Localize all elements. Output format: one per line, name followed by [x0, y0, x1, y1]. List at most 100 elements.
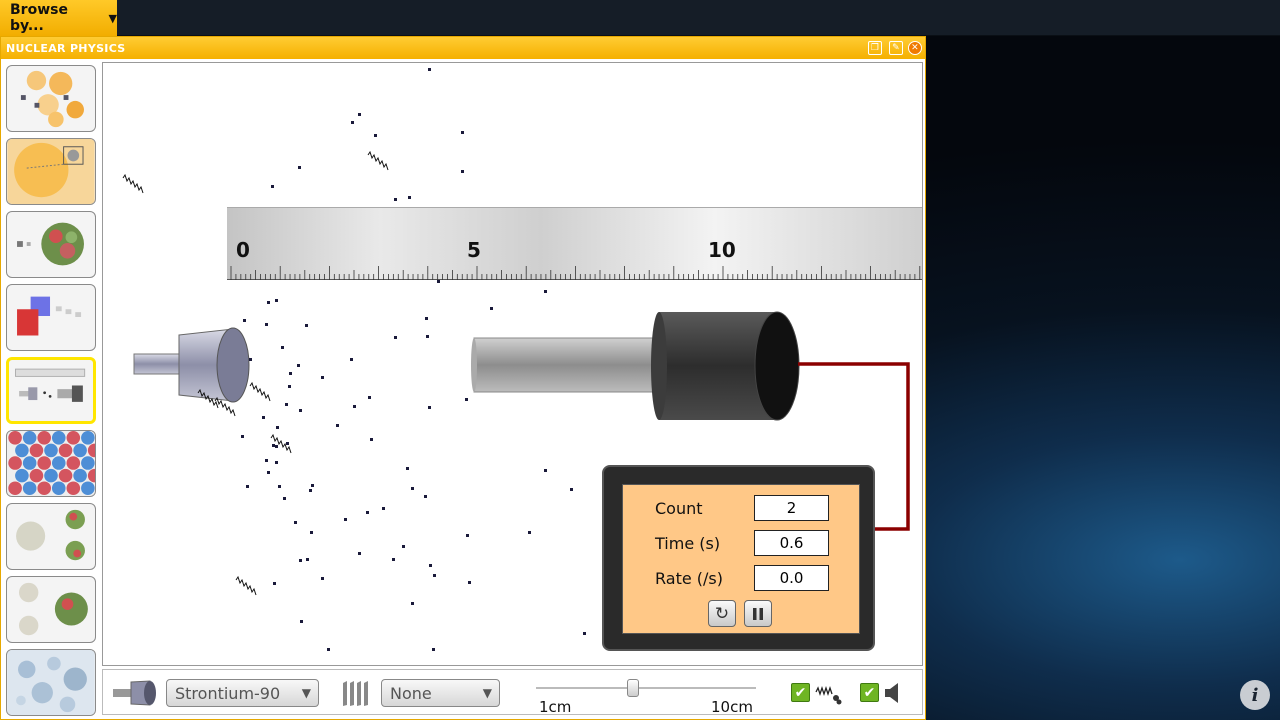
alpha-particle	[265, 323, 268, 326]
thumb-fusion[interactable]	[6, 576, 96, 643]
slider-min-label: 1cm	[539, 698, 572, 716]
restore-icon[interactable]: ❐	[868, 41, 882, 55]
alpha-particle	[275, 445, 278, 448]
alpha-particle	[321, 376, 324, 379]
alpha-particle	[300, 620, 303, 623]
show-particles-checkbox[interactable]: ✔	[791, 683, 810, 702]
nucleon	[66, 431, 81, 445]
thumb-half-life[interactable]	[6, 284, 96, 351]
distance-slider-thumb[interactable]	[627, 679, 639, 697]
thumb-radiation-detector[interactable]	[6, 357, 96, 424]
nucleon	[58, 443, 73, 458]
alpha-particle	[305, 324, 308, 327]
alpha-particle	[428, 68, 431, 71]
count-label: Count	[655, 499, 703, 518]
nucleon	[29, 443, 44, 458]
thumb-atoms[interactable]	[6, 65, 96, 132]
nucleon	[81, 456, 95, 470]
thumb-bubbles[interactable]	[6, 649, 96, 716]
alpha-particle	[366, 511, 369, 514]
absorber-select-value: None	[390, 683, 432, 703]
alpha-particle	[243, 319, 246, 322]
nucleon	[15, 468, 29, 483]
alpha-particle	[544, 290, 547, 293]
window-titlebar: NUCLEAR PHYSICS ❐ ✎ ✕	[1, 37, 925, 59]
alpha-particle	[406, 467, 409, 470]
alpha-particle	[368, 396, 371, 399]
alpha-particle	[350, 358, 353, 361]
particle-icon	[815, 685, 842, 705]
alpha-particle	[466, 534, 469, 537]
count-value: 2	[754, 495, 829, 521]
alpha-particle	[425, 317, 428, 320]
alpha-particle	[424, 495, 427, 498]
alpha-particle	[394, 198, 397, 201]
absorber-select[interactable]: None ▼	[381, 679, 500, 707]
counter-display: Count 2 Time (s) 0.6 Rate (/s) 0.0 ↻	[602, 465, 875, 651]
alpha-particle	[432, 648, 435, 651]
pause-icon[interactable]	[744, 600, 772, 627]
alpha-particle	[285, 403, 288, 406]
alpha-particle	[426, 335, 429, 338]
nucleon	[58, 468, 73, 483]
thumb-nucleons[interactable]	[6, 430, 96, 497]
gamma-ray	[367, 150, 389, 171]
thumb-nucleus-decay[interactable]	[6, 211, 96, 278]
source-select[interactable]: Strontium-90 ▼	[166, 679, 319, 707]
nucleon	[15, 443, 29, 458]
alpha-particle	[461, 170, 464, 173]
alpha-particle	[408, 196, 411, 199]
alpha-particle	[392, 558, 395, 561]
alpha-particle	[273, 582, 276, 585]
nucleon	[22, 481, 37, 496]
alpha-particle	[402, 545, 405, 548]
geiger-detector[interactable]	[471, 311, 800, 421]
time-label: Time (s)	[655, 534, 721, 553]
alpha-particle	[351, 121, 354, 124]
alpha-particle	[461, 131, 464, 134]
alpha-particle	[288, 385, 291, 388]
distance-ruler[interactable]: 0 5 10	[227, 207, 922, 280]
nucleon	[29, 468, 44, 483]
thumb-fission[interactable]	[6, 503, 96, 570]
alpha-particle	[275, 461, 278, 464]
nucleon	[81, 481, 95, 496]
alpha-particle	[278, 485, 281, 488]
absorber-icon	[343, 681, 368, 706]
edit-icon[interactable]: ✎	[889, 41, 903, 55]
alpha-particle	[271, 185, 274, 188]
alpha-particle	[267, 301, 270, 304]
window-title: NUCLEAR PHYSICS	[6, 41, 126, 55]
alpha-particle	[411, 487, 414, 490]
distance-slider-track[interactable]	[536, 687, 756, 689]
thumb-nucleus-zoom[interactable]	[6, 138, 96, 205]
rate-label: Rate (/s)	[655, 569, 723, 588]
radiation-source[interactable]	[133, 327, 250, 403]
chevron-down-icon: ▼	[301, 686, 311, 700]
nucleon	[51, 481, 66, 496]
sound-checkbox[interactable]: ✔	[860, 683, 879, 702]
close-icon[interactable]: ✕	[908, 41, 922, 55]
bottom-toolbar: Strontium-90 ▼ None ▼ 1cm 10cm ✔ ✔	[102, 669, 923, 716]
nucleon	[22, 456, 37, 470]
nucleon	[37, 431, 51, 445]
reset-icon[interactable]: ↻	[708, 600, 736, 627]
alpha-particle	[276, 426, 279, 429]
browse-by-button[interactable]: Browse by... ▼	[0, 0, 117, 36]
alpha-particle	[299, 559, 302, 562]
alpha-particle	[289, 372, 292, 375]
nucleon	[81, 431, 95, 445]
nucleon	[66, 456, 81, 470]
caret-down-icon: ▼	[108, 11, 117, 25]
simulation-stage[interactable]: 0 5 10 Count 2 Time (s) 0.6 Rate (/s) 0.…	[102, 62, 923, 666]
alpha-particle	[344, 518, 347, 521]
alpha-particle	[465, 398, 468, 401]
check-icon: ✔	[863, 684, 876, 701]
alpha-particle	[286, 442, 289, 445]
radiation-source-icon	[113, 680, 156, 706]
info-icon[interactable]: i	[1240, 680, 1270, 710]
alpha-particle	[429, 564, 432, 567]
alpha-particle	[298, 166, 301, 169]
speaker-icon[interactable]	[883, 681, 903, 705]
nucleon	[8, 456, 22, 470]
